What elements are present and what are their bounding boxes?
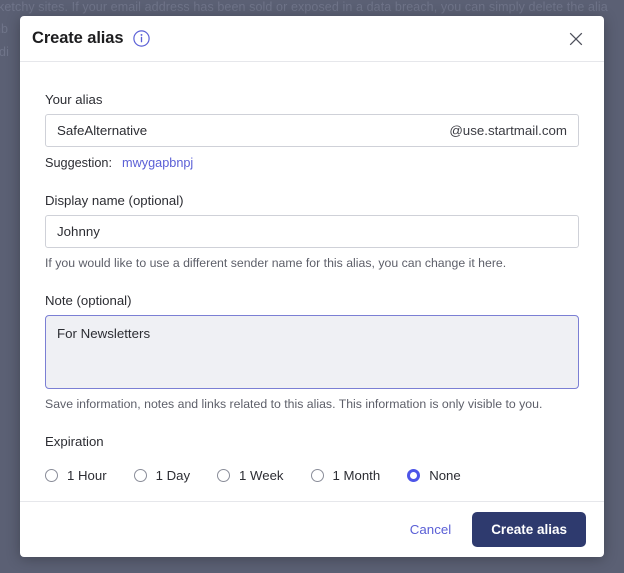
note-field-group: Note (optional) For Newsletters Save inf… (45, 293, 579, 411)
display-name-help-text: If you would like to use a different sen… (45, 256, 507, 270)
cancel-button[interactable]: Cancel (410, 522, 451, 537)
radio-icon (45, 469, 58, 482)
expiration-option-label: 1 Month (332, 468, 381, 483)
expiration-option-label: 1 Week (239, 468, 284, 483)
alias-domain-suffix: @use.startmail.com (449, 123, 567, 138)
display-name-input-value: Johnny (57, 224, 100, 239)
radio-icon-selected (407, 469, 421, 482)
dialog-header: Create alias (20, 16, 604, 62)
suggestion-label: Suggestion: (45, 156, 113, 170)
alias-input[interactable]: SafeAlternative @use.startmail.com (45, 114, 579, 147)
expiration-radio-group: 1 Hour 1 Day 1 Week 1 Month None (45, 468, 579, 483)
background-text-line-2: nb (0, 22, 9, 36)
radio-icon (310, 469, 324, 482)
expiration-field-group: Expiration 1 Hour 1 Day 1 Week 1 Month N… (45, 434, 579, 483)
alias-label: Your alias (45, 92, 103, 107)
alias-suggestion-row: Suggestion: mwygapbnpj (45, 156, 579, 170)
note-label: Note (optional) (45, 293, 132, 308)
radio-icon (217, 469, 231, 482)
close-icon[interactable] (562, 25, 590, 53)
display-name-field-group: Display name (optional) Johnny If you wo… (45, 193, 579, 270)
expiration-option-label: 1 Hour (67, 468, 107, 483)
expiration-option-label: None (429, 468, 461, 483)
display-name-input[interactable]: Johnny (45, 215, 579, 248)
note-textarea[interactable]: For Newsletters (45, 315, 579, 389)
expiration-option-1-week[interactable]: 1 Week (217, 468, 284, 483)
display-name-label: Display name (optional) (45, 193, 184, 208)
expiration-option-1-hour[interactable]: 1 Hour (45, 468, 107, 483)
radio-icon (133, 469, 147, 482)
page-title: Create alias (32, 29, 124, 47)
suggestion-link[interactable]: mwygapbnpj (122, 156, 193, 170)
expiration-option-label: 1 Day (155, 468, 191, 483)
background-text-line-1: ketchy sites. If your email address has … (0, 0, 608, 14)
background-text-line-3: ddi (0, 45, 9, 59)
note-help-text: Save information, notes and links relate… (45, 397, 543, 411)
alias-field-group: Your alias SafeAlternative @use.startmai… (45, 92, 579, 170)
expiration-option-1-month[interactable]: 1 Month (310, 468, 381, 483)
create-alias-button[interactable]: Create alias (472, 512, 586, 547)
dialog-body: Your alias SafeAlternative @use.startmai… (20, 62, 604, 501)
alias-input-value: SafeAlternative (57, 123, 148, 138)
expiration-option-1-day[interactable]: 1 Day (133, 468, 191, 483)
dialog-footer: Cancel Create alias (20, 501, 604, 557)
expiration-option-none[interactable]: None (407, 468, 461, 483)
info-icon[interactable] (133, 30, 151, 47)
create-alias-dialog: Create alias Your alias SafeAlternative … (20, 16, 604, 557)
expiration-label: Expiration (45, 434, 104, 449)
